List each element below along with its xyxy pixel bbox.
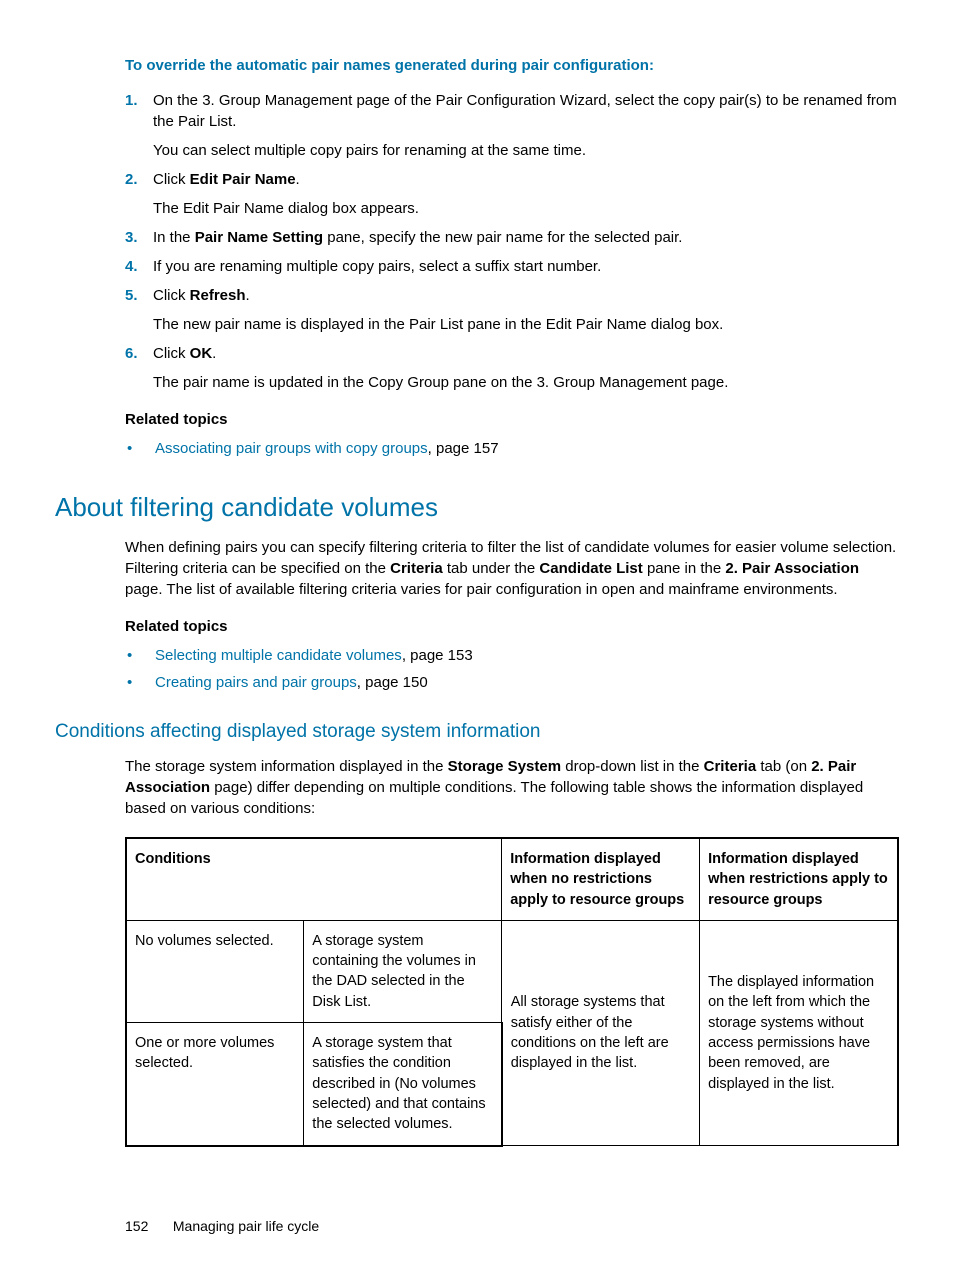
bullet-icon: •: [125, 438, 155, 459]
list-item: • Creating pairs and pair groups, page 1…: [125, 672, 899, 693]
step-text: If you are renaming multiple copy pairs,…: [153, 256, 899, 277]
conditions-table: Conditions Information displayed when no…: [125, 837, 899, 1147]
step-text: Click Refresh.: [153, 285, 899, 306]
step-text: You can select multiple copy pairs for r…: [153, 140, 899, 161]
cell-condition: One or more volumes selected.: [126, 1023, 304, 1146]
step-text: Click Edit Pair Name.: [153, 169, 899, 190]
step-3: 3. In the Pair Name Setting pane, specif…: [125, 227, 899, 248]
page-footer: 152 Managing pair life cycle: [125, 1217, 899, 1237]
col-header-conditions: Conditions: [126, 838, 502, 920]
related-topics-list: • Selecting multiple candidate volumes, …: [125, 645, 899, 693]
step-text: The new pair name is displayed in the Pa…: [153, 314, 899, 335]
override-steps: 1. On the 3. Group Management page of th…: [125, 90, 899, 393]
cell-norestrict: All storage systems that satisfy either …: [502, 920, 700, 1145]
col-header-restrict: Information displayed when restrictions …: [700, 838, 898, 920]
related-link[interactable]: Selecting multiple candidate volumes: [155, 647, 402, 664]
subsection-heading-conditions: Conditions affecting displayed storage s…: [55, 719, 899, 746]
step-number: 3.: [125, 227, 153, 248]
step-number: 1.: [125, 90, 153, 161]
bullet-icon: •: [125, 645, 155, 666]
page-number: 152: [125, 1217, 169, 1237]
cell-restrict: The displayed information on the left fr…: [700, 920, 898, 1145]
step-1: 1. On the 3. Group Management page of th…: [125, 90, 899, 161]
related-topics-list: • Associating pair groups with copy grou…: [125, 438, 899, 459]
cell-condition: No volumes selected.: [126, 920, 304, 1022]
step-text: On the 3. Group Management page of the P…: [153, 90, 899, 132]
step-5: 5. Click Refresh. The new pair name is d…: [125, 285, 899, 335]
related-page: , page 150: [357, 674, 428, 691]
related-link[interactable]: Associating pair groups with copy groups: [155, 440, 428, 457]
related-topics-heading: Related topics: [125, 409, 899, 430]
step-text: The Edit Pair Name dialog box appears.: [153, 198, 899, 219]
related-topics-heading: Related topics: [125, 616, 899, 637]
cell-description: A storage system that satisfies the cond…: [304, 1023, 502, 1146]
table-row: No volumes selected. A storage system co…: [126, 920, 898, 1022]
step-number: 5.: [125, 285, 153, 335]
step-4: 4. If you are renaming multiple copy pai…: [125, 256, 899, 277]
step-text: In the Pair Name Setting pane, specify t…: [153, 227, 899, 248]
list-item: • Selecting multiple candidate volumes, …: [125, 645, 899, 666]
step-text: Click OK.: [153, 343, 899, 364]
step-6: 6. Click OK. The pair name is updated in…: [125, 343, 899, 393]
step-2: 2. Click Edit Pair Name. The Edit Pair N…: [125, 169, 899, 219]
step-number: 4.: [125, 256, 153, 277]
col-header-norestrict: Information displayed when no restrictio…: [502, 838, 700, 920]
step-number: 6.: [125, 343, 153, 393]
related-link[interactable]: Creating pairs and pair groups: [155, 674, 357, 691]
step-number: 2.: [125, 169, 153, 219]
footer-title: Managing pair life cycle: [173, 1218, 319, 1234]
section-paragraph: When defining pairs you can specify filt…: [125, 537, 899, 600]
section-heading-about-filtering: About filtering candidate volumes: [55, 489, 899, 525]
bullet-icon: •: [125, 672, 155, 693]
step-text: The pair name is updated in the Copy Gro…: [153, 372, 899, 393]
override-heading: To override the automatic pair names gen…: [125, 55, 899, 76]
section-paragraph: The storage system information displayed…: [125, 756, 899, 819]
related-page: , page 153: [402, 647, 473, 664]
related-page: , page 157: [428, 440, 499, 457]
cell-description: A storage system containing the volumes …: [304, 920, 502, 1022]
list-item: • Associating pair groups with copy grou…: [125, 438, 899, 459]
